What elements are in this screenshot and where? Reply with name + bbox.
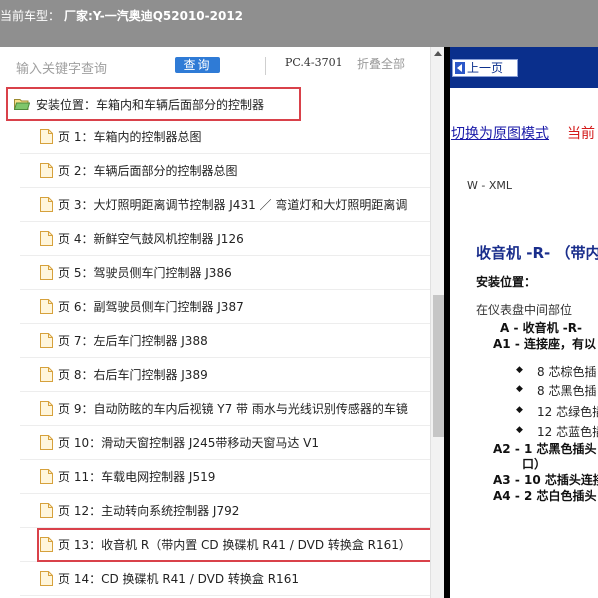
collapse-all-button[interactable]: 折叠全部 <box>357 55 405 72</box>
tree-item-label: 页 7：左后车门控制器 J388 <box>58 334 208 348</box>
tree-pane: 查询 PC.4-3701 折叠全部 安装位置：车箱内和车辆后面部分的控制器 页 … <box>0 47 444 598</box>
install-location-text: 在仪表盘中间部位 <box>476 303 573 317</box>
component-line: A - 收音机 -R- <box>500 321 583 335</box>
current-model-value: 厂家:Y-一汽奥迪Q52010-2012 <box>64 9 244 23</box>
document-icon <box>40 367 53 382</box>
tree-item-label: 页 2：车辆后面部分的控制器总图 <box>58 164 238 178</box>
document-icon <box>40 231 53 246</box>
document-viewer: 上一页 切换为原图模式 当前 W - XML 收音机 -R- （带内 安装位置：… <box>450 47 598 598</box>
tree-item-label: 页 8：右后车门控制器 J389 <box>58 368 208 382</box>
component-line: 口） <box>522 457 547 471</box>
tree-item-label: 页 1：车箱内的控制器总图 <box>58 130 202 144</box>
scrollbar-thumb[interactable] <box>433 295 444 437</box>
tree-root-node[interactable]: 安装位置：车箱内和车辆后面部分的控制器 <box>6 87 301 121</box>
search-input[interactable] <box>16 58 166 78</box>
tree-item[interactable]: 页 13：收音机 R（带内置 CD 换碟机 R41 / DVD 转换盒 R161… <box>20 528 430 562</box>
bullet-text: 12 芯蓝色插 <box>537 425 598 439</box>
document-icon <box>40 435 53 450</box>
tree-item[interactable]: 页 1：车箱内的控制器总图 <box>20 120 430 154</box>
component-line: A4 - 2 芯白色插头 <box>493 489 597 503</box>
document-icon <box>40 265 53 280</box>
component-line: A1 - 连接座，有以 <box>493 337 596 351</box>
bullet-text: 8 芯棕色插 <box>537 365 597 379</box>
tree-item-label: 页 12：主动转向系统控制器 J792 <box>58 504 240 518</box>
query-button[interactable]: 查询 <box>175 57 220 73</box>
folder-open-icon <box>14 99 30 110</box>
tree-item-label: 页 11：车载电网控制器 J519 <box>58 470 216 484</box>
tree-item-label: 页 5：驾驶员侧车门控制器 J386 <box>58 266 232 280</box>
bullet-icon: ◆ <box>516 405 523 415</box>
tree-item[interactable]: 页 3：大灯照明距离调节控制器 J431 ／ 弯道灯和大灯照明距离调 <box>20 188 430 222</box>
prev-page-label: 上一页 <box>467 61 504 75</box>
arrow-left-icon <box>455 62 465 74</box>
viewer-toolbar: 上一页 <box>450 47 598 88</box>
document-icon <box>40 197 53 212</box>
bullet-text: 12 芯绿色插 <box>537 405 598 419</box>
title-bar: 当前车型： 厂家:Y-一汽奥迪Q52010-2012 <box>0 0 598 47</box>
document-icon <box>40 503 53 518</box>
tree-item[interactable]: 页 4：新鲜空气鼓风机控制器 J126 <box>20 222 430 256</box>
current-model-label: 当前车型： <box>0 9 61 23</box>
bullet-icon: ◆ <box>516 365 523 375</box>
component-line: A3 - 10 芯插头连接 <box>493 473 598 487</box>
tree-toolbar: 查询 PC.4-3701 折叠全部 <box>0 47 430 83</box>
install-position-label: 安装位置： <box>476 275 537 289</box>
toolbar-separator <box>265 57 266 75</box>
tree-item-label: 页 3：大灯照明距离调节控制器 J431 ／ 弯道灯和大灯照明距离调 <box>58 198 408 212</box>
tree-item[interactable]: 页 6：副驾驶员侧车门控制器 J387 <box>20 290 430 324</box>
document-icon <box>40 571 53 586</box>
bullet-icon: ◆ <box>516 425 523 435</box>
document-icon <box>40 537 53 552</box>
tree-item[interactable]: 页 7：左后车门控制器 J388 <box>20 324 430 358</box>
document-icon <box>40 333 53 348</box>
tree-item-label: 页 13：收音机 R（带内置 CD 换碟机 R41 / DVD 转换盒 R161… <box>58 538 411 552</box>
doc-title: 收音机 -R- （带内 <box>476 244 598 262</box>
document-icon <box>40 469 53 484</box>
bullet-text: 8 芯黑色插 <box>537 384 597 398</box>
tree-item-label: 页 4：新鲜空气鼓风机控制器 J126 <box>58 232 244 246</box>
tree-item[interactable]: 页 10：滑动天窗控制器 J245带移动天窗马达 V1 <box>20 426 430 460</box>
pc-code: PC.4-3701 <box>285 56 343 69</box>
switch-original-link[interactable]: 切换为原图模式 <box>451 123 549 143</box>
tree-item-label: 页 6：副驾驶员侧车门控制器 J387 <box>58 300 244 314</box>
tree-item-label: 页 10：滑动天窗控制器 J245带移动天窗马达 V1 <box>58 436 320 450</box>
bullet-icon: ◆ <box>516 384 523 394</box>
document-icon <box>40 401 53 416</box>
tree-item-label: 页 14：CD 换碟机 R41 / DVD 转换盒 R161 <box>58 572 299 586</box>
scroll-up-icon[interactable] <box>434 51 442 56</box>
document-icon <box>40 129 53 144</box>
prev-page-button[interactable]: 上一页 <box>452 59 518 77</box>
tree-item[interactable]: 页 8：右后车门控制器 J389 <box>20 358 430 392</box>
tree-root-label: 安装位置：车箱内和车辆后面部分的控制器 <box>36 98 265 112</box>
tree-item[interactable]: 页 5：驾驶员侧车门控制器 J386 <box>20 256 430 290</box>
document-icon <box>40 163 53 178</box>
tree-item[interactable]: 页 11：车载电网控制器 J519 <box>20 460 430 494</box>
tree-item[interactable]: 页 9：自动防眩的车内后视镜 Y7 带 雨水与光线识别传感器的车镜 <box>20 392 430 426</box>
current-mode-label: 当前 <box>567 126 595 142</box>
tree-item[interactable]: 页 12：主动转向系统控制器 J792 <box>20 494 430 528</box>
tree-item[interactable]: 页 14：CD 换碟机 R41 / DVD 转换盒 R161 <box>20 562 430 596</box>
tree-item-label: 页 9：自动防眩的车内后视镜 Y7 带 雨水与光线识别传感器的车镜 <box>58 402 408 416</box>
doc-code: W - XML <box>467 179 512 192</box>
scrollbar[interactable] <box>430 47 444 598</box>
document-icon <box>40 299 53 314</box>
tree-item[interactable]: 页 2：车辆后面部分的控制器总图 <box>20 154 430 188</box>
